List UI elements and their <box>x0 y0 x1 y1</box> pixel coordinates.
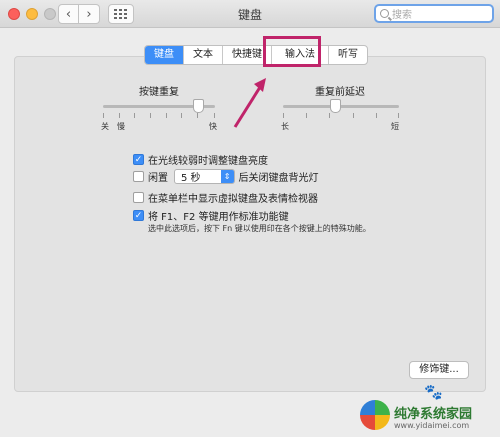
annotation-arrow <box>233 78 266 128</box>
